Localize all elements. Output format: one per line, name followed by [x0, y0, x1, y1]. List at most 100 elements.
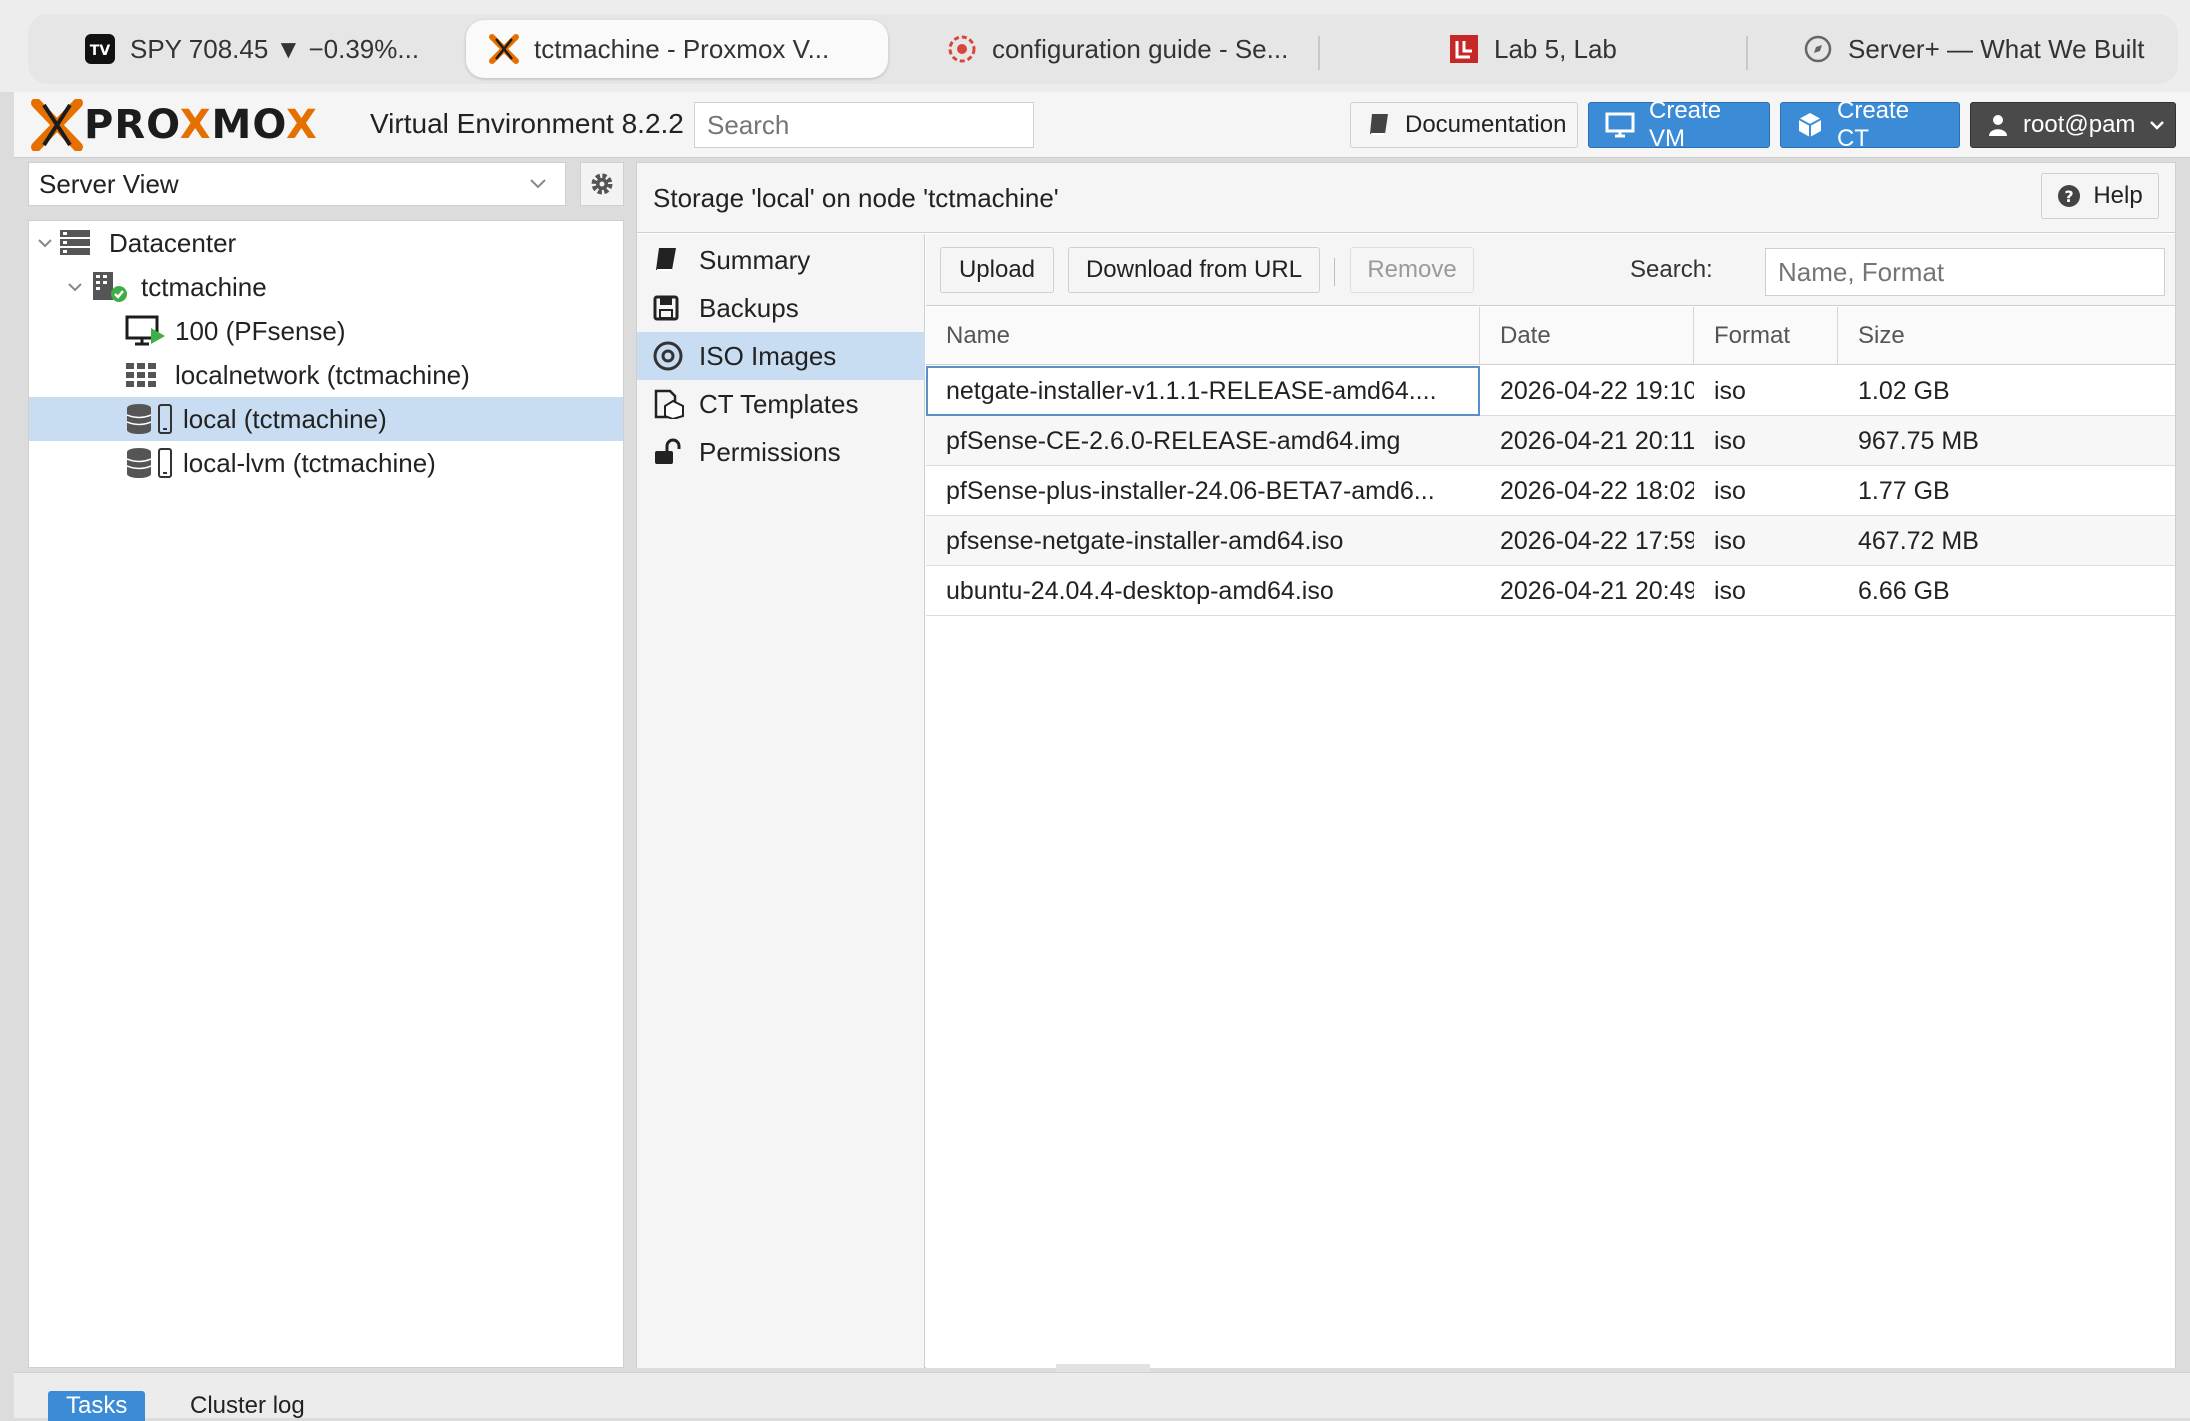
cell-name: pfSense-plus-installer-24.06-BETA7-amd6.… [946, 476, 1435, 505]
pve-header: PROXMOX Virtual Environment 8.2.2 Docume… [14, 92, 2190, 158]
table-row[interactable]: pfSense-plus-installer-24.06-BETA7-amd6.… [926, 466, 2175, 516]
proxmox-x-icon [31, 99, 83, 151]
cell-date: 2026-04-22 19:10:11 [1500, 376, 1694, 405]
browser-tab-title: SPY 708.45 ▼ −0.39%... [130, 33, 420, 64]
tree-item-local[interactable]: local (tctmachine) [29, 397, 623, 441]
help-label: Help [2093, 182, 2143, 209]
tab-tasks[interactable]: Tasks [48, 1391, 146, 1421]
chevron-down-icon[interactable] [65, 277, 85, 297]
browser-tab-serverplus[interactable]: Server+ — What We Built [1802, 20, 2172, 78]
create-ct-button[interactable]: Create CT [1780, 97, 1960, 152]
proxmox-logo[interactable]: PROXMOX [30, 98, 318, 152]
nav-label: ISO Images [699, 340, 837, 371]
browser-tab-config-guide[interactable]: configuration guide - Se... [946, 20, 1336, 78]
cell-format: iso [1714, 376, 1746, 405]
content-panel: Storage 'local' on node 'tctmachine' ? H… [636, 162, 2176, 1368]
remove-button[interactable]: Remove [1350, 247, 1474, 293]
network-grid-icon [125, 362, 157, 388]
documentation-button[interactable]: Documentation [1350, 102, 1578, 148]
tree-item-label: tctmachine [141, 271, 267, 302]
svg-text:?: ? [2065, 187, 2074, 206]
node-icon [91, 270, 129, 304]
cell-date: 2026-04-22 18:02:53 [1500, 476, 1694, 505]
header-search-input[interactable] [694, 102, 1034, 148]
content-title-bar: Storage 'local' on node 'tctmachine' ? H… [637, 163, 2175, 233]
iso-search-input[interactable] [1765, 248, 2165, 296]
search-label: Search: [1630, 256, 1713, 283]
svg-text:TV: TV [90, 43, 111, 59]
tree-item-localnetwork[interactable]: localnetwork (tctmachine) [29, 353, 623, 397]
browser-tab-strip: TV SPY 708.45 ▼ −0.39%... tctmachine - P… [28, 14, 2178, 84]
cell-size: 1.02 GB [1858, 376, 1950, 405]
view-selector-value: Server View [39, 168, 179, 199]
nav-label: Summary [699, 244, 811, 275]
view-selector[interactable]: Server View [28, 162, 566, 206]
user-label: root@pam [2023, 111, 2136, 138]
nav-summary[interactable]: Summary [637, 236, 925, 284]
book-icon [653, 246, 679, 274]
chevron-down-icon [2149, 120, 2165, 130]
upload-button[interactable]: Upload [940, 247, 1054, 293]
book-icon [1367, 112, 1391, 138]
create-vm-button[interactable]: Create VM [1588, 97, 1770, 152]
tab-cluster-log[interactable]: Cluster log [172, 1391, 323, 1421]
nav-label: Backups [699, 292, 799, 323]
user-menu-button[interactable]: root@pam [1970, 102, 2176, 148]
cell-size: 967.75 MB [1858, 426, 1979, 455]
browser-tab-title: Server+ — What We Built [1848, 33, 2145, 64]
log-panel-tabs: Tasks Cluster log [14, 1372, 2190, 1421]
cube-icon [1797, 111, 1823, 139]
cell-format: iso [1714, 526, 1746, 555]
chevron-down-icon[interactable] [35, 233, 55, 253]
table-row[interactable]: ubuntu-24.04.4-desktop-amd64.iso 2026-04… [926, 566, 2175, 616]
tree-item-local-lvm[interactable]: local-lvm (tctmachine) [29, 441, 623, 485]
documentation-label: Documentation [1405, 111, 1567, 138]
storage-icon [125, 446, 177, 480]
proxmox-wordmark: PROXMOX [84, 102, 318, 148]
cell-name: ubuntu-24.04.4-desktop-amd64.iso [946, 576, 1334, 605]
column-header-date[interactable]: Date [1480, 307, 1694, 365]
column-header-name[interactable]: Name [926, 307, 1480, 365]
monitor-icon [1605, 112, 1635, 138]
column-header-size[interactable]: Size [1838, 307, 2175, 365]
table-row[interactable]: pfSense-CE-2.6.0-RELEASE-amd64.img 2026-… [926, 416, 2175, 466]
grid-header: Name Date Format Size [926, 307, 2175, 365]
nav-iso-images[interactable]: ISO Images [637, 332, 925, 380]
file-template-icon [653, 389, 685, 419]
tree-item-vm-100[interactable]: 100 (PFsense) [29, 309, 623, 353]
table-row[interactable]: netgate-installer-v1.1.1-RELEASE-amd64..… [926, 366, 2175, 416]
cell-size: 1.77 GB [1858, 476, 1950, 505]
nav-permissions[interactable]: Permissions [637, 428, 925, 476]
cell-name: pfSense-CE-2.6.0-RELEASE-amd64.img [946, 426, 1401, 455]
help-button[interactable]: ? Help [2041, 173, 2159, 219]
user-icon [1987, 113, 2009, 137]
cell-name: netgate-installer-v1.1.1-RELEASE-amd64..… [926, 366, 1480, 416]
tree-item-label: localnetwork (tctmachine) [175, 359, 470, 390]
nav-backups[interactable]: Backups [637, 284, 925, 332]
compass-icon [1802, 33, 1834, 65]
column-header-format[interactable]: Format [1694, 307, 1838, 365]
browser-tab-lab5[interactable]: Lab 5, Lab [1448, 20, 1748, 78]
browser-tab-proxmox[interactable]: tctmachine - Proxmox V... [466, 20, 888, 78]
tree-item-label: Datacenter [109, 227, 237, 258]
download-from-url-button[interactable]: Download from URL [1068, 247, 1320, 293]
page-title: Storage 'local' on node 'tctmachine' [653, 183, 1059, 213]
table-row[interactable]: pfsense-netgate-installer-amd64.iso 2026… [926, 516, 2175, 566]
create-ct-label: Create CT [1837, 97, 1910, 152]
vm-running-icon [125, 314, 167, 348]
tree-item-label: local-lvm (tctmachine) [183, 447, 436, 478]
tab-separator [1318, 36, 1320, 70]
tree-settings-button[interactable] [580, 162, 624, 206]
cell-format: iso [1714, 426, 1746, 455]
iso-images-view: Upload Download from URL Remove Search: … [926, 234, 2175, 1368]
browser-tab-title: Lab 5, Lab [1494, 33, 1617, 64]
cell-size: 467.72 MB [1858, 526, 1979, 555]
tree-item-datacenter[interactable]: Datacenter [29, 221, 623, 265]
unlock-icon [653, 438, 681, 466]
browser-tab-title: configuration guide - Se... [992, 33, 1289, 64]
browser-tab-spy[interactable]: TV SPY 708.45 ▼ −0.39%... [84, 20, 464, 78]
nav-ct-templates[interactable]: CT Templates [637, 380, 925, 428]
storage-subnav: Summary Backups ISO Images CT Templates … [637, 234, 925, 1368]
tree-item-node[interactable]: tctmachine [29, 265, 623, 309]
cell-date: 2026-04-21 20:49:17 [1500, 576, 1694, 605]
